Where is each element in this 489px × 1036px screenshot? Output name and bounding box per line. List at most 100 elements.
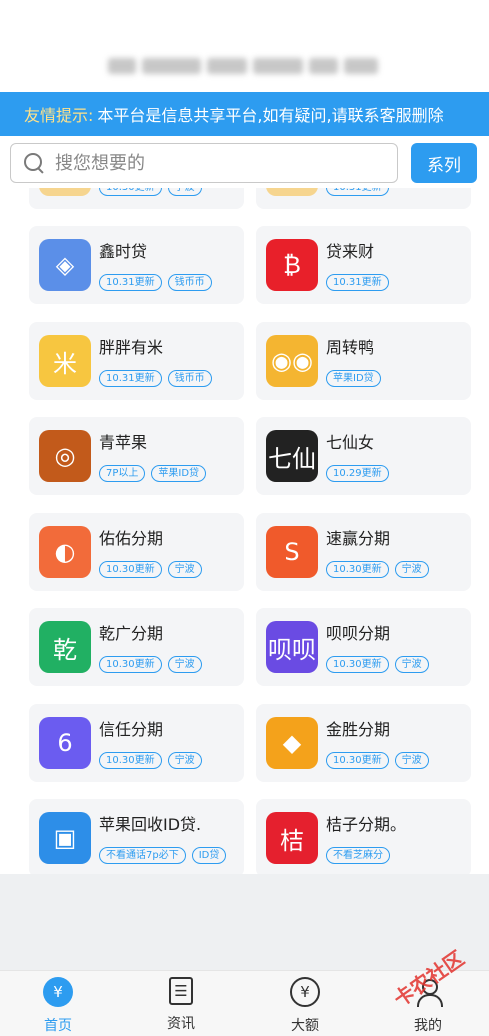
app-grid: 10.30更新宁波10.31更新◈鑫时贷10.31更新钱币币₿贷来财10.31更… xyxy=(0,188,489,874)
app-tag: 苹果ID贷 xyxy=(326,370,381,387)
app-name: 七仙女 xyxy=(326,433,375,452)
app-tag: 宁波 xyxy=(167,752,202,769)
tab-home-label: 首页 xyxy=(44,1018,72,1034)
notice-text: 本平台是信息共享平台,如有疑问,请联系客服删除 xyxy=(97,106,444,125)
app-card[interactable]: ◈ 鑫时贷 10.31更新 钱币币 xyxy=(29,226,244,304)
app-card[interactable]: ◆ 金胜分期 10.30更新 宁波 xyxy=(256,704,471,782)
search-input[interactable] xyxy=(55,152,375,174)
app-logo-icon: ◉◉ xyxy=(266,335,318,387)
app-name: 桔子分期。 xyxy=(326,815,407,834)
app-card[interactable]: 6 信任分期 10.30更新 宁波 xyxy=(29,704,244,782)
tab-large[interactable]: ¥ 大额 xyxy=(270,977,340,1036)
app-tags: 10.30更新宁波 xyxy=(326,561,429,578)
app-card[interactable]: ▣ 苹果回收ID贷. 不看通话7p必下 ID贷 xyxy=(29,799,244,874)
tab-mine[interactable]: 我的 xyxy=(393,977,463,1036)
user-icon xyxy=(413,977,443,1007)
app-tag: 10.30更新 xyxy=(99,656,162,673)
app-logo-icon: 6 xyxy=(39,717,91,769)
app-logo-icon: ◈ xyxy=(39,239,91,291)
app-tags: 10.30更新宁波 xyxy=(326,752,429,769)
app-logo-icon: ₿ xyxy=(266,239,318,291)
app-logo-icon: 米 xyxy=(39,335,91,387)
app-name: 胖胖有米 xyxy=(99,338,164,357)
app-tag: 10.30更新 xyxy=(99,752,162,769)
app-logo-icon: 桔 xyxy=(266,812,318,864)
app-tag: 宁波 xyxy=(167,561,202,578)
app-tag: 10.31更新 xyxy=(326,188,389,196)
search-icon xyxy=(23,152,45,174)
tab-news[interactable]: ☰ 资讯 xyxy=(146,977,216,1036)
app-tag: 10.30更新 xyxy=(99,561,162,578)
app-logo-icon: ◐ xyxy=(39,526,91,578)
tab-news-label: 资讯 xyxy=(167,1016,195,1032)
app-tags: 10.30更新宁波 xyxy=(99,656,202,673)
app-tag: 10.31更新 xyxy=(99,274,162,291)
app-tag: 宁波 xyxy=(394,656,429,673)
app-card[interactable]: S 速赢分期 10.30更新 宁波 xyxy=(256,513,471,591)
app-name: 信任分期 xyxy=(99,720,164,739)
app-name: 苹果回收ID贷. xyxy=(99,815,202,834)
app-tags: 苹果ID贷 xyxy=(326,370,381,387)
search-box[interactable] xyxy=(10,143,398,183)
app-tag: 苹果ID贷 xyxy=(151,465,207,482)
app-tag: 10.31更新 xyxy=(326,274,389,291)
app-tags: 10.30更新宁波 xyxy=(99,561,202,578)
app-logo-icon xyxy=(266,188,318,196)
app-card[interactable]: 米胖胖有米 10.31更新 钱币币 xyxy=(29,322,244,400)
app-card[interactable]: 10.30更新宁波 xyxy=(29,188,244,209)
series-button[interactable]: 系列 xyxy=(411,143,477,183)
app-tags: 10.31更新 钱币币 xyxy=(99,274,212,291)
app-card[interactable]: 乾乾广分期 10.30更新 宁波 xyxy=(29,608,244,686)
app-name: 呗呗分期 xyxy=(326,624,391,643)
app-name: 青苹果 xyxy=(99,433,148,452)
app-tag: 7P以上 xyxy=(99,465,146,482)
app-tags: 10.30更新宁波 xyxy=(99,752,202,769)
status-header xyxy=(0,0,489,92)
notice-banner: 友情提示: 本平台是信息共享平台,如有疑问,请联系客服删除 xyxy=(0,92,489,136)
app-tag: 不看芝麻分 xyxy=(326,847,390,864)
app-card[interactable]: ◉◉ 周转鸭苹果ID贷 xyxy=(256,322,471,400)
app-card[interactable]: ₿ 贷来财 10.31更新 xyxy=(256,226,471,304)
search-row: 系列 xyxy=(0,136,489,188)
app-name: 周转鸭 xyxy=(326,338,375,357)
app-logo-icon xyxy=(39,188,91,196)
app-tag: 10.30更新 xyxy=(326,656,389,673)
app-tags: 10.29更新 xyxy=(326,465,389,482)
app-tag: 宁波 xyxy=(167,656,202,673)
app-card[interactable]: ◐ 佑佑分期 10.30更新 宁波 xyxy=(29,513,244,591)
app-tag: 宁波 xyxy=(394,561,429,578)
app-name: 金胜分期 xyxy=(326,720,391,739)
app-tag: 不看通话7p必下 xyxy=(99,847,186,864)
yuan-icon: ¥ xyxy=(290,977,320,1007)
app-tag: 10.30更新 xyxy=(99,188,162,196)
tab-mine-label: 我的 xyxy=(414,1018,442,1034)
yuan-circle-icon: ¥ xyxy=(43,977,73,1007)
app-tags: 10.31更新 xyxy=(326,274,389,291)
app-tag: 钱币币 xyxy=(167,274,212,291)
app-tags: 10.30更新宁波 xyxy=(99,188,202,196)
app-tag: 10.31更新 xyxy=(99,370,162,387)
app-logo-icon: 呗呗 xyxy=(266,621,318,673)
app-card[interactable]: 10.31更新 xyxy=(256,188,471,209)
tab-home[interactable]: ¥ 首页 xyxy=(23,977,93,1036)
app-name: 佑佑分期 xyxy=(99,529,164,548)
app-tag: 10.30更新 xyxy=(326,561,389,578)
app-tag: ID贷 xyxy=(191,847,227,864)
app-tag: 钱币币 xyxy=(167,370,212,387)
app-name: 乾广分期 xyxy=(99,624,164,643)
app-logo-icon: 七仙 xyxy=(266,430,318,482)
app-name: 贷来财 xyxy=(326,242,375,261)
app-card[interactable]: 桔桔子分期。不看芝麻分 xyxy=(256,799,471,874)
app-name: 速赢分期 xyxy=(326,529,391,548)
bottom-tabbar: ¥ 首页 ☰ 资讯 ¥ 大额 我的 xyxy=(0,970,489,1036)
app-name: 鑫时贷 xyxy=(99,242,148,261)
app-card[interactable]: 呗呗 呗呗分期 10.30更新 宁波 xyxy=(256,608,471,686)
blurred-title xyxy=(108,56,378,76)
app-tags: 7P以上 苹果ID贷 xyxy=(99,465,207,482)
app-tags: 不看芝麻分 xyxy=(326,847,390,864)
app-card[interactable]: ◎ 青苹果 7P以上 苹果ID贷 xyxy=(29,417,244,495)
app-card[interactable]: 七仙 七仙女 10.29更新 xyxy=(256,417,471,495)
app-tag: 10.30更新 xyxy=(326,752,389,769)
app-logo-icon: 乾 xyxy=(39,621,91,673)
app-logo-icon: S xyxy=(266,526,318,578)
